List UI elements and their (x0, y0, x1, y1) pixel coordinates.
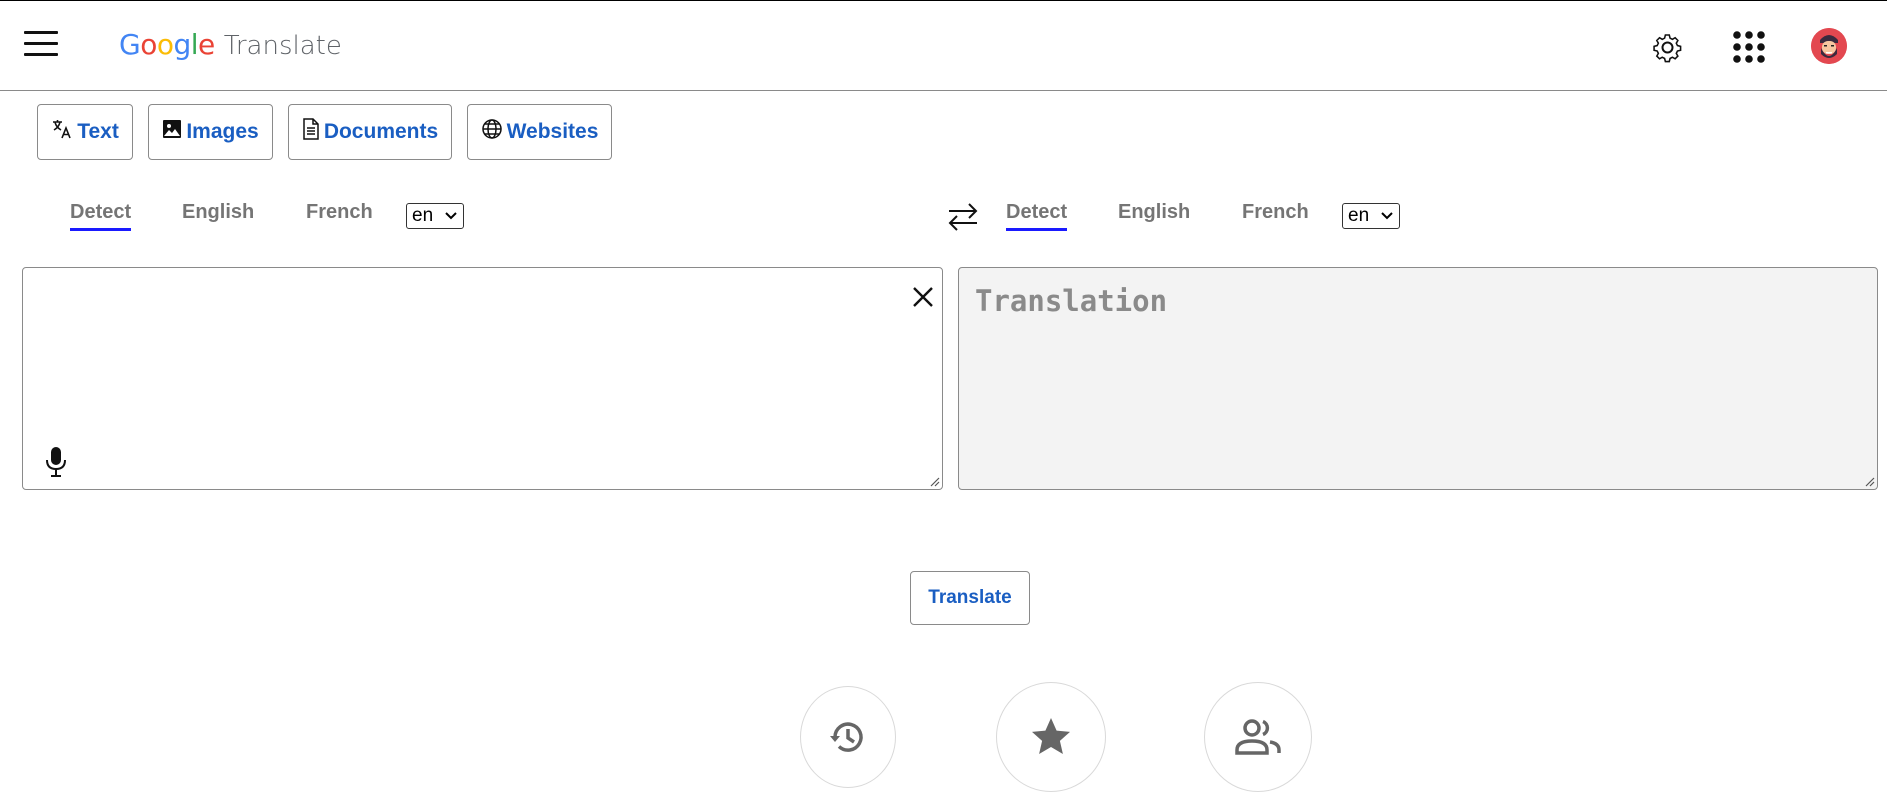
globe-icon (481, 119, 502, 139)
logo-letter: g (173, 28, 191, 61)
document-icon (303, 118, 319, 140)
clear-text-button[interactable] (910, 284, 936, 310)
translation-output-area[interactable]: Translation (958, 267, 1878, 490)
saved-button[interactable] (996, 682, 1106, 792)
app-header: Google Translate (0, 1, 1887, 91)
swap-languages-button[interactable] (946, 200, 980, 234)
tab-images-label: Images (186, 120, 259, 143)
source-text-area[interactable] (22, 267, 943, 490)
product-name: Translate (223, 31, 342, 61)
image-icon (163, 120, 182, 138)
microphone-icon (46, 447, 66, 477)
main-menu-button[interactable] (24, 31, 58, 57)
tab-documents-label: Documents (323, 120, 439, 143)
account-avatar[interactable] (1811, 28, 1847, 64)
tab-websites[interactable]: Websites (467, 104, 612, 160)
avatar-face-icon (1811, 28, 1847, 64)
logo-letter: G (119, 28, 141, 61)
settings-button[interactable] (1646, 25, 1690, 69)
chevron-down-icon (1381, 212, 1393, 220)
source-lang-select[interactable]: en (406, 203, 464, 229)
community-button[interactable] (1204, 682, 1312, 792)
tab-documents[interactable]: Documents (288, 104, 452, 160)
menu-icon (24, 31, 58, 34)
target-lang-select[interactable]: en (1342, 203, 1400, 229)
history-button[interactable] (800, 686, 896, 788)
source-lang-detect[interactable]: Detect (70, 201, 132, 231)
logo-letter: e (198, 28, 215, 61)
target-lang-detect[interactable]: Detect (1006, 201, 1068, 231)
source-lang-french[interactable]: French (306, 201, 373, 224)
star-icon (1032, 718, 1070, 754)
apps-button[interactable] (1727, 25, 1771, 69)
people-icon (1235, 719, 1281, 755)
chevron-down-icon (445, 212, 457, 220)
logo-letter: o (140, 28, 157, 61)
target-lang-english[interactable]: English (1118, 201, 1190, 224)
app-logo[interactable]: Google Translate (119, 28, 342, 61)
resize-grip-icon[interactable] (1863, 475, 1875, 487)
tab-text-label: Text (77, 120, 119, 143)
voice-input-button[interactable] (45, 446, 67, 478)
source-lang-select-value: en (412, 205, 434, 226)
logo-letter: l (190, 28, 199, 61)
history-icon (830, 722, 863, 752)
target-lang-select-value: en (1348, 205, 1370, 226)
close-icon (913, 287, 933, 307)
tab-images[interactable]: Images (148, 104, 273, 160)
target-lang-french[interactable]: French (1242, 201, 1309, 224)
apps-grid-icon (1733, 31, 1765, 63)
settings-icon (1653, 34, 1682, 63)
logo-letter: o (156, 28, 174, 61)
translation-placeholder: Translation (975, 284, 1168, 318)
translate-icon (53, 120, 71, 139)
translate-button[interactable]: Translate (910, 571, 1030, 625)
swap-arrows-icon (948, 203, 978, 231)
source-lang-english[interactable]: English (182, 201, 254, 224)
tab-websites-label: Websites (506, 120, 599, 143)
resize-grip-icon[interactable] (928, 475, 940, 487)
tab-text[interactable]: Text (37, 104, 133, 160)
